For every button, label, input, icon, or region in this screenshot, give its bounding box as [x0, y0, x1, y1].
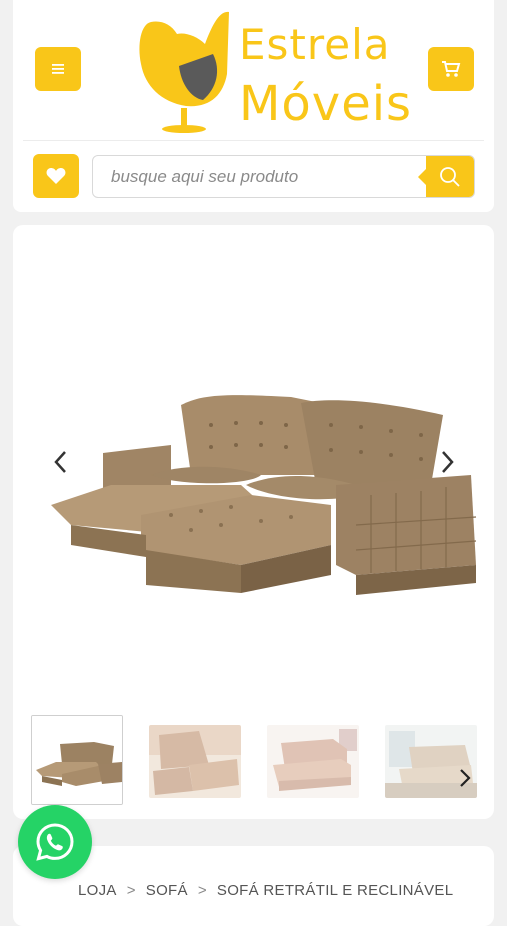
chevron-left-icon [54, 451, 66, 473]
heart-icon [46, 168, 66, 184]
thumbnails-next-button[interactable] [458, 767, 476, 791]
header: Estrela Móveis [13, 0, 494, 212]
whatsapp-button[interactable] [18, 805, 92, 879]
gallery-next-button[interactable] [435, 447, 461, 477]
logo-line1: Estrela [239, 20, 391, 69]
breadcrumb-separator: > [126, 882, 136, 899]
product-gallery [13, 225, 494, 819]
chevron-right-icon [442, 451, 454, 473]
breadcrumb-item-loja[interactable]: LOJA [78, 882, 117, 899]
thumbnail-3[interactable] [267, 725, 359, 798]
sofa-thumbnail-image [32, 716, 122, 804]
search-button[interactable] [418, 156, 474, 197]
search-icon [440, 166, 460, 187]
whatsapp-icon [36, 823, 74, 861]
logo[interactable]: Estrela Móveis [131, 4, 411, 136]
sofa-thumbnail-image [149, 725, 241, 798]
product-main-image[interactable] [31, 335, 481, 595]
chair-logo-icon [139, 11, 229, 133]
search-box [92, 155, 475, 198]
breadcrumb-item-current: SOFÁ RETRÁTIL E RECLINÁVEL [216, 882, 454, 899]
menu-button[interactable] [35, 47, 81, 91]
search-input[interactable] [93, 156, 423, 197]
header-divider [23, 140, 484, 141]
breadcrumb-separator: > [197, 882, 207, 899]
breadcrumb-item-sofa[interactable]: SOFÁ [146, 882, 188, 899]
menu-icon [52, 64, 64, 74]
thumbnail-2[interactable] [149, 725, 241, 798]
breadcrumb: LOJA > SOFÁ > SOFÁ RETRÁTIL E RECLINÁVEL [78, 882, 453, 899]
logo-line2: Móveis [239, 76, 413, 132]
thumbnail-1[interactable] [31, 715, 123, 805]
thumbnail-strip [31, 715, 481, 807]
cart-icon [442, 61, 461, 77]
sofa-thumbnail-image [267, 725, 359, 798]
chevron-right-icon [460, 769, 471, 787]
favorites-button[interactable] [33, 154, 79, 198]
cart-button[interactable] [428, 47, 474, 91]
gallery-prev-button[interactable] [47, 447, 73, 477]
